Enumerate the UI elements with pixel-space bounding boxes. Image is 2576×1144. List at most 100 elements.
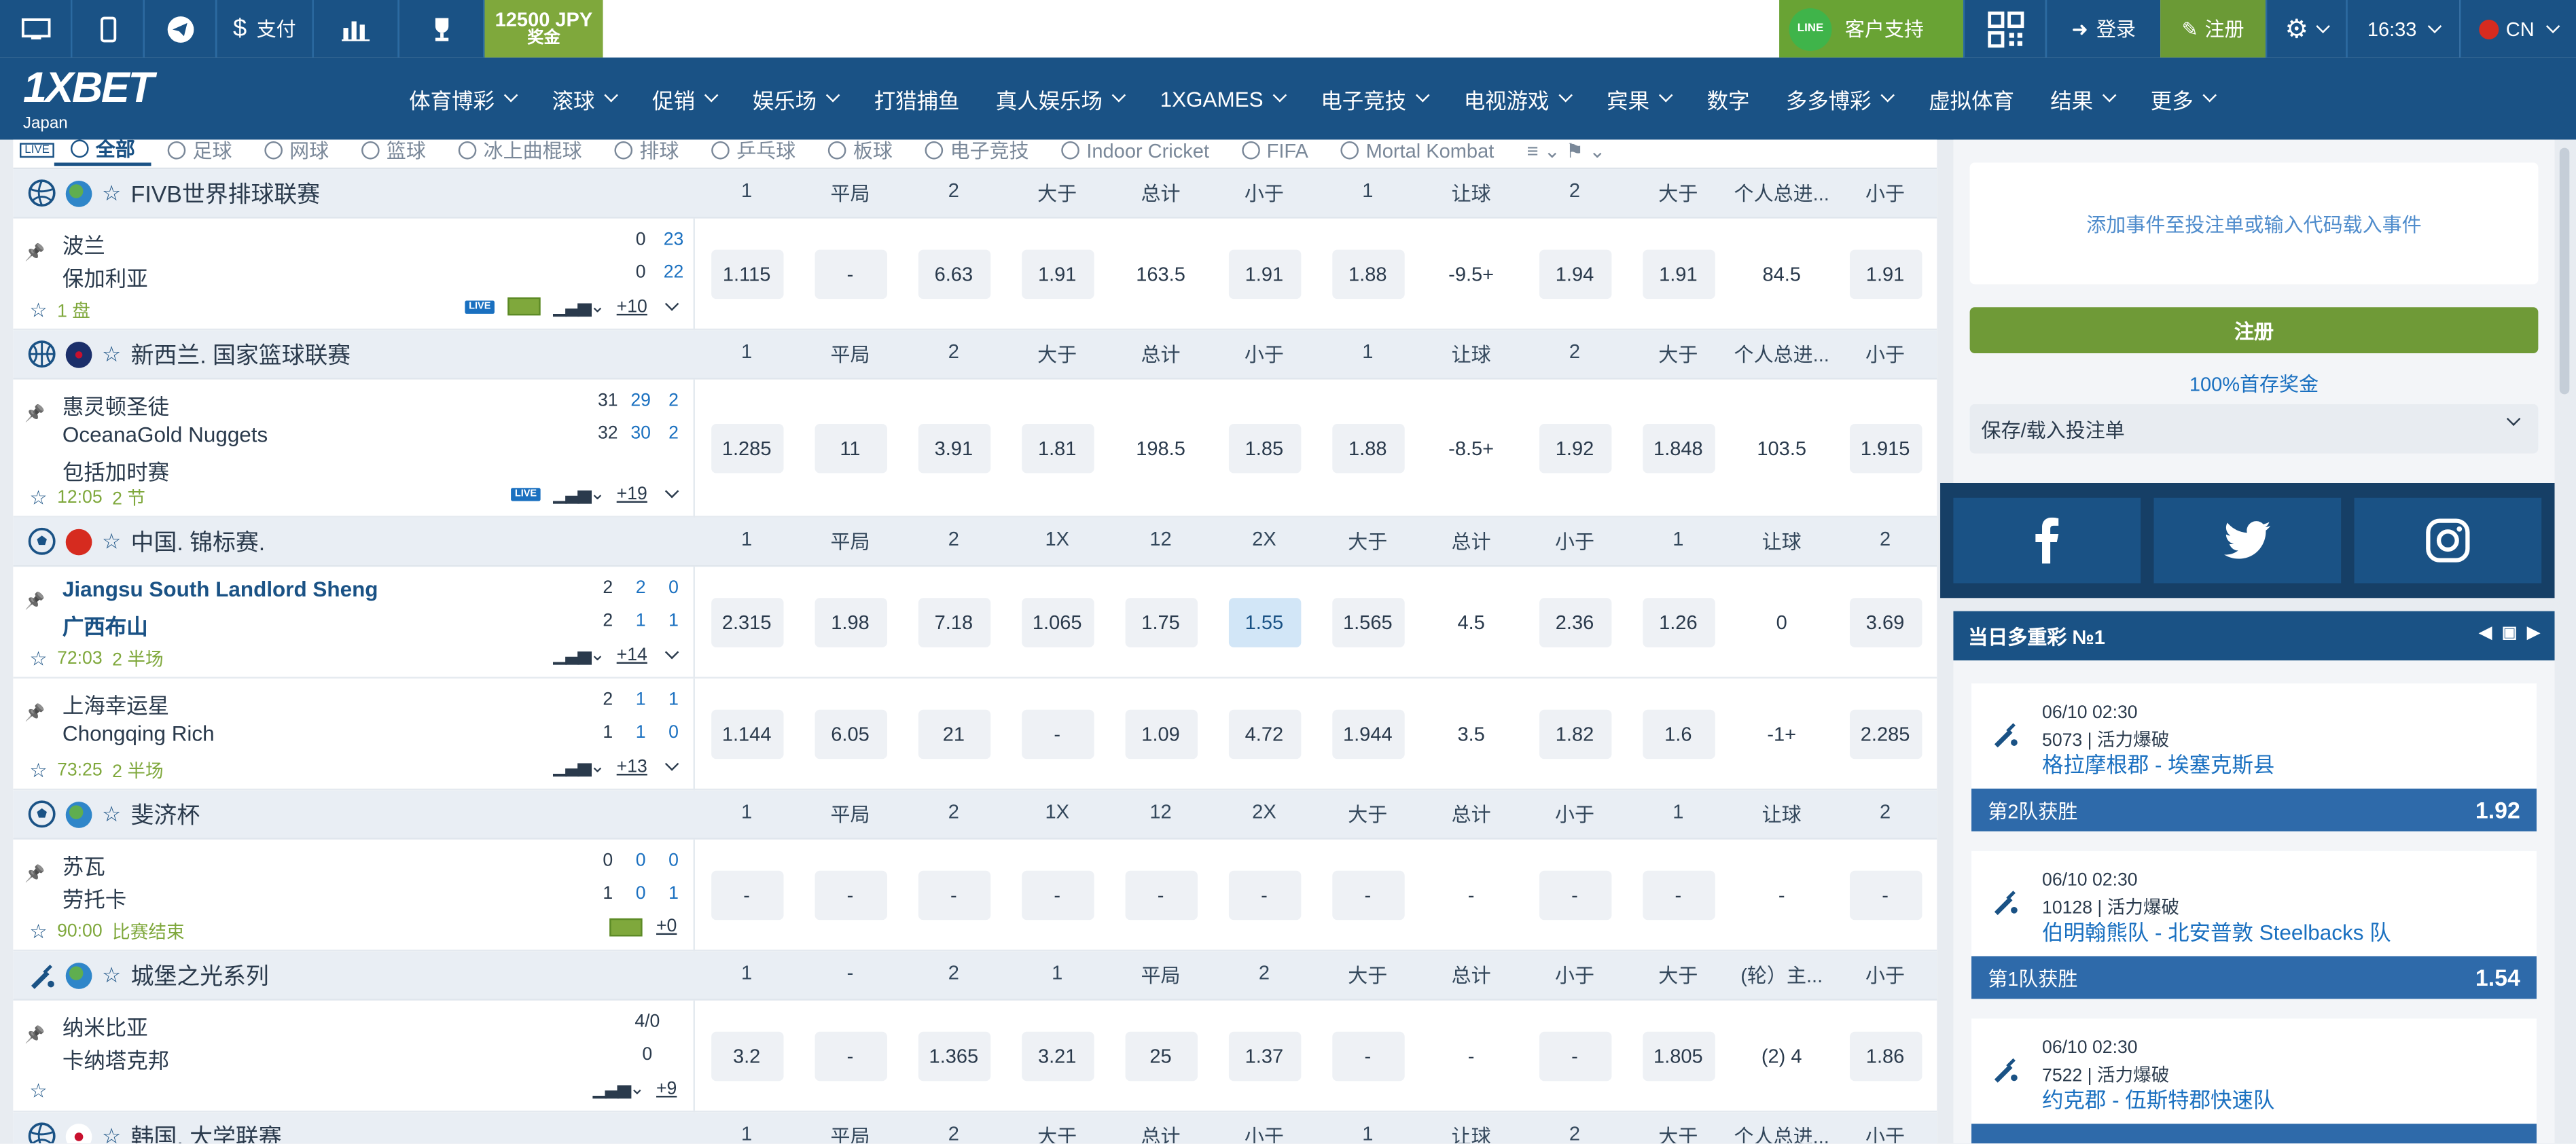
odd-button[interactable]: -9.5+ <box>1419 249 1522 298</box>
market-header[interactable]: 2X <box>1213 527 1316 555</box>
market-header[interactable]: 小于 <box>1213 340 1316 368</box>
market-header[interactable]: 大于 <box>1626 340 1730 368</box>
odd-button[interactable]: 21 <box>902 709 1005 759</box>
favorite-star-icon[interactable]: ☆ <box>102 341 121 368</box>
tab-sport-10[interactable]: FIFA <box>1226 140 1325 162</box>
event-row[interactable]: 📌 纳米比亚 卡纳塔克邦 4/0 0 ☆ ▁▃▅⌄ +9 3.2-1.365 3.21 25 1.37… <box>13 1000 1937 1113</box>
market-header[interactable]: 个人总进... <box>1730 340 1833 368</box>
odd-button[interactable]: - <box>695 870 798 920</box>
pay-button[interactable]: $ 支付 <box>217 0 314 58</box>
chevron-down-icon[interactable] <box>664 644 679 659</box>
odd-button[interactable]: - <box>1833 870 1937 920</box>
odd-button[interactable]: 1.91 <box>1005 249 1109 298</box>
market-header[interactable]: 让球 <box>1419 1122 1522 1144</box>
market-header[interactable]: 1 <box>1316 179 1419 207</box>
odd-button[interactable]: - <box>1730 870 1833 920</box>
market-header[interactable]: 1X <box>1005 527 1109 555</box>
nav-item-9[interactable]: 宾果 <box>1589 83 1689 114</box>
more-sports-menu-icon[interactable]: ≡ ⌄ ⚑ ⌄ <box>1510 140 1622 162</box>
odd-button[interactable]: 1.91 <box>1213 249 1316 298</box>
market-header[interactable]: 总计 <box>1419 800 1522 828</box>
odd-button[interactable]: - <box>1626 870 1730 920</box>
market-header[interactable]: 1 <box>1626 527 1730 555</box>
tab-sport-11[interactable]: Mortal Kombat <box>1325 140 1510 162</box>
odd-button[interactable]: 1.88 <box>1316 423 1419 473</box>
odd-button[interactable]: 1.285 <box>695 423 798 473</box>
market-header[interactable]: 让球 <box>1730 800 1833 828</box>
nav-item-6[interactable]: 1XGAMES <box>1142 86 1303 111</box>
odd-button[interactable]: 6.05 <box>798 709 901 759</box>
nav-item-4[interactable]: 打猎捕鱼 <box>856 83 978 114</box>
market-header[interactable]: 2 <box>902 800 1005 828</box>
market-header[interactable]: 1 <box>1316 340 1419 368</box>
odd-button[interactable]: 103.5 <box>1730 423 1833 473</box>
nav-item-0[interactable]: 体育博彩 <box>391 83 534 114</box>
odd-button[interactable]: - <box>1419 1031 1522 1081</box>
odd-button[interactable]: 1.55 <box>1213 597 1316 647</box>
pin-icon[interactable]: 📌 <box>24 593 45 611</box>
accumulator-card[interactable]: 06/10 02:30 5073 | 活力爆破 格拉摩根郡 - 埃塞克斯县 第2队获胜… <box>1971 683 2537 832</box>
pin-icon[interactable]: 📌 <box>24 704 45 723</box>
field-icon[interactable] <box>507 297 540 316</box>
accumulator-card[interactable]: 06/10 02:30 10128 | 活力爆破 伯明翰熊队 - 北安普敦 Stee… <box>1971 851 2537 999</box>
market-header[interactable]: 1 <box>695 527 798 555</box>
odd-button[interactable]: -8.5+ <box>1419 423 1522 473</box>
tab-sport-0[interactable]: 全部 <box>54 139 151 166</box>
odd-button[interactable]: - <box>1316 1031 1419 1081</box>
market-header[interactable]: 大于 <box>1005 340 1109 368</box>
nav-item-12[interactable]: 虚拟体育 <box>1911 83 2033 114</box>
favorite-star-icon[interactable]: ☆ <box>30 486 48 510</box>
odd-button[interactable]: 11 <box>798 423 901 473</box>
more-markets-link[interactable]: +19 <box>617 484 647 503</box>
market-header[interactable]: 大于 <box>1005 179 1109 207</box>
market-header[interactable]: 小于 <box>1833 179 1937 207</box>
market-header[interactable]: 1 <box>695 800 798 828</box>
nav-item-11[interactable]: 多多博彩 <box>1768 83 1910 114</box>
stats-button[interactable] <box>313 0 399 58</box>
market-header[interactable]: 大于 <box>1626 1122 1730 1144</box>
favorite-star-icon[interactable]: ☆ <box>102 529 121 555</box>
odd-button[interactable]: 3.2 <box>695 1031 798 1081</box>
chevron-down-icon[interactable] <box>664 756 679 770</box>
market-header[interactable]: 2 <box>902 179 1005 207</box>
trophy-icon[interactable] <box>399 0 485 58</box>
odd-button[interactable]: 0 <box>1730 597 1833 647</box>
market-header[interactable]: 大于 <box>1316 527 1419 555</box>
tab-sport-9[interactable]: Indoor Cricket <box>1045 140 1226 162</box>
chevron-down-icon[interactable] <box>664 296 679 310</box>
market-header[interactable]: 2 <box>902 527 1005 555</box>
odd-button[interactable]: 1.92 <box>1523 423 1626 473</box>
odd-button[interactable]: 1.86 <box>1833 1031 1937 1081</box>
market-header[interactable]: 1 <box>695 961 798 989</box>
odd-button[interactable]: 1.115 <box>695 249 798 298</box>
nav-item-1[interactable]: 滚球 <box>534 83 634 114</box>
calendar-icon[interactable]: ▣ <box>2502 624 2518 643</box>
settings-button[interactable]: ⚙ <box>2265 0 2346 58</box>
market-header[interactable]: 大于 <box>1005 1122 1109 1144</box>
desktop-icon[interactable] <box>0 0 73 58</box>
accumulator-card[interactable]: 06/10 02:30 7522 | 活力爆破 约克郡 - 伍斯特郡快速队 <box>1971 1018 2537 1144</box>
nav-item-3[interactable]: 娱乐场 <box>734 83 856 114</box>
market-header[interactable]: 2 <box>902 1122 1005 1143</box>
card-match[interactable]: 格拉摩根郡 - 埃塞克斯县 <box>2042 747 2274 779</box>
market-header[interactable]: - <box>798 961 901 989</box>
odd-button[interactable]: 1.88 <box>1316 249 1419 298</box>
odd-button[interactable]: 3.91 <box>902 423 1005 473</box>
market-header[interactable]: 2 <box>1523 1122 1626 1143</box>
market-header[interactable]: 小于 <box>1213 179 1316 207</box>
odd-button[interactable]: - <box>1005 870 1109 920</box>
odd-button[interactable]: - <box>1005 709 1109 759</box>
odd-button[interactable]: 2.36 <box>1523 597 1626 647</box>
market-header[interactable]: 1 <box>695 179 798 207</box>
odd-button[interactable]: - <box>798 249 901 298</box>
market-header[interactable]: 1 <box>695 1122 798 1143</box>
odd-button[interactable]: 1.37 <box>1213 1031 1316 1081</box>
odd-button[interactable]: 3.69 <box>1833 597 1937 647</box>
favorite-star-icon[interactable]: ☆ <box>30 647 48 671</box>
login-button[interactable]: ➜ 登录 <box>2045 0 2161 58</box>
market-header[interactable]: 2X <box>1213 800 1316 828</box>
pin-icon[interactable]: 📌 <box>24 406 45 424</box>
odd-button[interactable]: - <box>798 1031 901 1081</box>
tab-sport-6[interactable]: 乒乓球 <box>696 140 812 164</box>
card-bet-bar[interactable]: 第2队获胜 1.92 <box>1971 788 2537 832</box>
